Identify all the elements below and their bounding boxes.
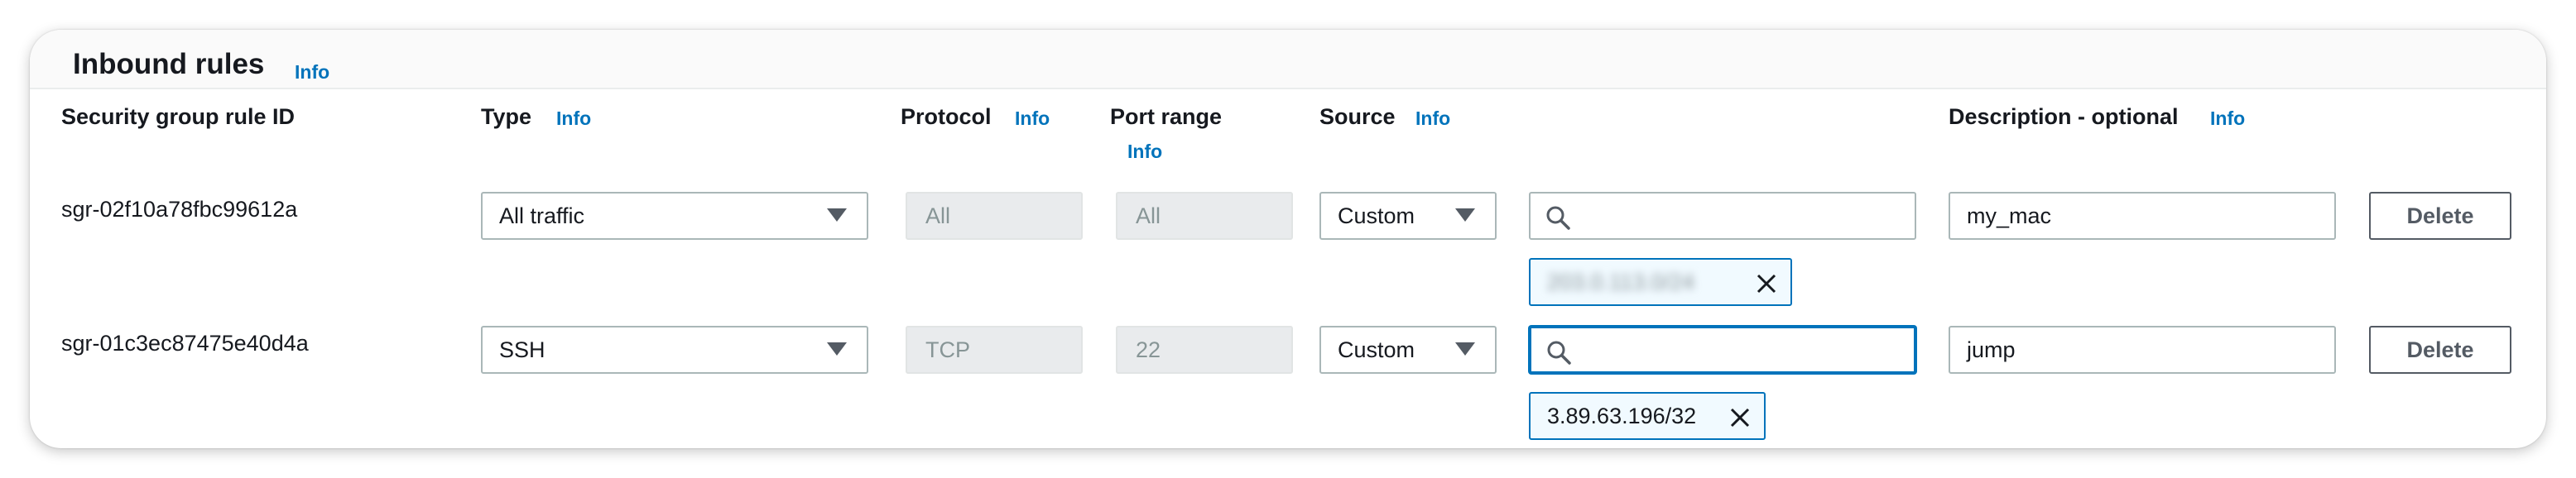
description-input[interactable]: jump	[1949, 326, 2336, 374]
protocol-field: All	[906, 192, 1083, 240]
protocol-value: TCP	[925, 337, 970, 362]
caret-down-icon	[1455, 208, 1475, 222]
source-type-select[interactable]: Custom	[1319, 326, 1497, 374]
col-header-port-range: Port range	[1110, 104, 1223, 129]
inbound-rules-panel: Inbound rules Info Security group rule I…	[30, 30, 2546, 448]
rule-id: sgr-01c3ec87475e40d4a	[61, 331, 309, 356]
source-cidr-value: 3.89.63.196/32	[1547, 403, 1697, 428]
delete-button[interactable]: Delete	[2369, 326, 2511, 374]
panel-header: Inbound rules Info	[30, 30, 2546, 89]
col-header-source: Source	[1319, 104, 1396, 129]
type-select[interactable]: SSH	[481, 326, 868, 374]
description-input[interactable]: my_mac	[1949, 192, 2336, 240]
section-title: Inbound rules	[73, 48, 265, 80]
caret-down-icon	[827, 208, 847, 222]
source-cidr-value: 203.0.113.0/24	[1547, 269, 1695, 294]
protocol-value: All	[925, 203, 951, 228]
description-value: my_mac	[1967, 203, 2052, 228]
close-icon[interactable]	[1728, 405, 1752, 430]
type-select[interactable]: All traffic	[481, 192, 868, 240]
source-cidr-token: 203.0.113.0/24	[1529, 258, 1792, 306]
close-icon[interactable]	[1754, 271, 1779, 296]
search-icon	[1547, 341, 1571, 365]
type-info-link[interactable]: Info	[556, 109, 591, 128]
port-range-value: All	[1136, 203, 1161, 228]
port-range-info-link[interactable]: Info	[1127, 142, 1162, 161]
source-search-input[interactable]	[1529, 326, 1916, 374]
description-info-link[interactable]: Info	[2210, 109, 2245, 128]
delete-button[interactable]: Delete	[2369, 192, 2511, 240]
protocol-field: TCP	[906, 326, 1083, 374]
source-type-value: Custom	[1338, 203, 1415, 228]
section-info-link[interactable]: Info	[295, 63, 329, 82]
source-search-input[interactable]	[1529, 192, 1916, 240]
col-header-rule-id: Security group rule ID	[61, 104, 296, 129]
caret-down-icon	[1455, 342, 1475, 356]
caret-down-icon	[827, 342, 847, 356]
source-search-text[interactable]	[1579, 202, 1915, 230]
port-range-field: All	[1116, 192, 1293, 240]
port-range-field: 22	[1116, 326, 1293, 374]
source-info-link[interactable]: Info	[1415, 109, 1450, 128]
col-header-protocol: Protocol	[901, 104, 992, 129]
type-select-value: All traffic	[499, 203, 585, 228]
rule-id: sgr-02f10a78fbc99612a	[61, 197, 298, 222]
source-type-value: Custom	[1338, 337, 1415, 362]
source-search-text[interactable]	[1579, 336, 1914, 364]
source-cidr-token: 3.89.63.196/32	[1529, 392, 1766, 440]
port-range-value: 22	[1136, 337, 1161, 362]
description-value: jump	[1967, 337, 2016, 362]
col-header-type: Type	[481, 104, 532, 129]
protocol-info-link[interactable]: Info	[1015, 109, 1050, 128]
source-type-select[interactable]: Custom	[1319, 192, 1497, 240]
search-icon	[1546, 206, 1570, 230]
col-header-description: Description - optional	[1949, 104, 2179, 129]
type-select-value: SSH	[499, 337, 545, 362]
